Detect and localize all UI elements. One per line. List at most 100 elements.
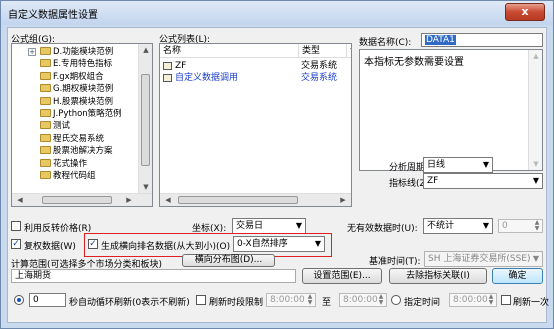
tree-item[interactable]: + D.功能模块范例 [28,46,114,58]
scroll-thumb[interactable] [141,74,150,166]
spinner-icon[interactable]: ▲ ▼ [377,294,385,308]
formula-group-vscroll[interactable]: ▲ ▼ [138,44,152,193]
tree-item-label: G.期权模块范例 [53,84,114,95]
hscroll-thumb[interactable] [42,196,112,204]
refresh-seconds-input[interactable]: 0 [29,293,66,307]
spinner-icon[interactable]: ▲ ▼ [487,294,495,308]
scroll-up-icon[interactable]: ▲ [139,46,152,54]
tree-item[interactable]: 花式操作 [40,158,87,170]
row-type: 交易系统 [301,61,338,71]
rights-data-label: 复权数据(W) [24,242,76,252]
base-time-label: 基准时间(T): [369,257,421,267]
refresh-once-checkbox[interactable] [501,295,511,305]
indicator-line-select[interactable]: ZF ▼ [423,173,543,189]
tree-item-label: J.Python策略范例 [53,109,122,119]
tree-item[interactable]: 测试 [40,120,70,132]
data-name-input[interactable]: DATA1 [421,33,543,47]
folder-icon [40,171,51,179]
formula-group-tree[interactable]: + D.功能模块范例 E.专用特色指标 F.gx期权组合 G.期权模块范例 H.股票模块范… [11,43,153,207]
set-scope-button[interactable]: 设置范围(E)... [302,268,382,284]
refresh-period-checkbox[interactable] [196,295,206,305]
refresh-end-time[interactable]: 8:00:00 ▲ ▼ [339,293,387,307]
tree-item-label: D.功能模块范例 [53,47,114,57]
tree-item[interactable]: J.Python策略范例 [40,108,122,120]
tree-item[interactable]: 程氏交易系统 [40,133,104,145]
specified-time-value: 8:00:00 [453,295,488,305]
folder-icon [40,47,51,55]
auto-refresh-label: 秒自动循环刷新(0表示不刷新) [69,298,190,308]
coordinate-value: 交易日 [236,221,264,231]
refresh-end-time-value: 8:00:00 [343,295,378,305]
invalid-data-label: 无有效数据时(U): [347,224,418,234]
spinner-icon[interactable]: ▲ ▼ [533,220,541,234]
chevron-down-icon: ▼ [532,254,539,263]
hscroll-thumb[interactable] [178,196,298,204]
scroll-left-icon[interactable]: ◀ [13,196,27,204]
scroll-down-icon[interactable]: ▼ [139,183,152,191]
scroll-right-icon[interactable]: ▶ [122,196,136,204]
rank-sort-select[interactable]: 0-X自然排序 ▼ [233,236,325,252]
tree-item[interactable]: 股票池解决方案 [40,145,113,157]
scroll-up-icon[interactable]: ▲ [529,52,542,60]
tree-item-label: H.股票模块范例 [53,96,113,107]
auto-refresh-radio[interactable] [14,295,24,305]
analysis-period-select[interactable]: 日线 ▼ [423,157,493,173]
tree-item[interactable]: G.期权模块范例 [40,83,113,95]
scroll-right-icon[interactable]: ▶ [336,196,350,204]
table-row[interactable]: ZF 交易系统 [160,60,351,72]
use-adjusted-price-checkbox[interactable] [11,221,21,231]
folder-icon [40,121,51,130]
analysis-period-value: 日线 [427,160,446,170]
tree-item-label: E.专用特色指标 [53,59,113,70]
folder-icon [40,84,51,93]
tree-item[interactable]: H.股票模块范例 [40,96,113,108]
expand-icon[interactable]: + [28,48,36,56]
distribution-chart-button[interactable]: 横向分布图(D)... [182,254,275,267]
column-header-desc[interactable]: 说 [347,44,351,58]
rights-data-checkbox[interactable]: ✓ [11,239,21,249]
coordinate-select[interactable]: 交易日 ▼ [232,218,306,234]
refresh-start-time[interactable]: 8:00:00 ▲ ▼ [266,293,316,307]
invalid-data-number[interactable]: 0 ▲ ▼ [498,219,543,233]
tree-item[interactable]: 教程代码组 [40,170,96,182]
scroll-down-icon[interactable]: ▼ [529,160,542,168]
indicator-line-value: ZF [427,176,439,186]
specified-time-radio[interactable] [391,295,401,305]
table-row[interactable]: 自定义数据调用 交易系统 [160,72,351,84]
window-title: 自定义数据属性设置 [8,10,98,21]
data-name-label: 数据名称(C): [359,38,412,48]
remove-link-button[interactable]: 去除指标关联(I) [389,268,487,284]
base-time-value: SH 上海证券交易所(SSE) [428,254,531,264]
formula-icon [163,74,172,82]
column-header-type[interactable]: 类型 [299,44,347,58]
description-vscroll[interactable]: ▲ ▼ [528,50,542,170]
invalid-data-select[interactable]: 不统计 ▼ [423,218,493,234]
column-header-name[interactable]: 名称 [160,44,299,58]
description-box[interactable]: 本指标无参数需要设置 ▲ ▼ [359,49,543,171]
folder-icon [40,109,51,117]
spinner-icon[interactable]: ▲ ▼ [306,294,314,308]
row-type: 交易系统 [301,73,338,83]
tree-item[interactable]: E.专用特色指标 [40,58,112,70]
data-name-value: DATA1 [425,35,456,45]
specified-time-input[interactable]: 8:00:00 ▲ ▼ [449,293,497,307]
title-bar[interactable]: 自定义数据属性设置 x [1,1,553,25]
formula-list-table[interactable]: 名称 类型 说 ZF交易系统自定义数据调用 交易系统 ◀ ▶ [159,43,352,207]
calc-scope-text: 上海期货 [15,271,52,281]
formula-group-hscroll[interactable]: ◀ ▶ [12,193,152,206]
base-time-select[interactable]: SH 上海证券交易所(SSE) ▼ [424,251,543,267]
scroll-left-icon[interactable]: ◀ [161,196,175,204]
chevron-down-icon: ▼ [482,160,489,169]
generate-rank-checkbox[interactable]: ✓ [88,239,98,249]
use-adjusted-price-label: 利用反转价格(R) [24,224,92,234]
folder-icon [40,59,51,68]
chevron-down-icon: ▼ [295,221,302,230]
ok-button[interactable]: 确定 [492,268,543,284]
chevron-down-icon: ▼ [314,239,321,248]
formula-list-hscroll[interactable]: ◀ ▶ [160,193,351,206]
close-button[interactable]: x [505,3,545,21]
tree-item-label: F.gx期权组合 [53,71,104,82]
tree-item[interactable]: F.gx期权组合 [40,71,104,83]
row-name: 自定义数据调用 [175,73,239,83]
to-label: 至 [322,298,332,308]
